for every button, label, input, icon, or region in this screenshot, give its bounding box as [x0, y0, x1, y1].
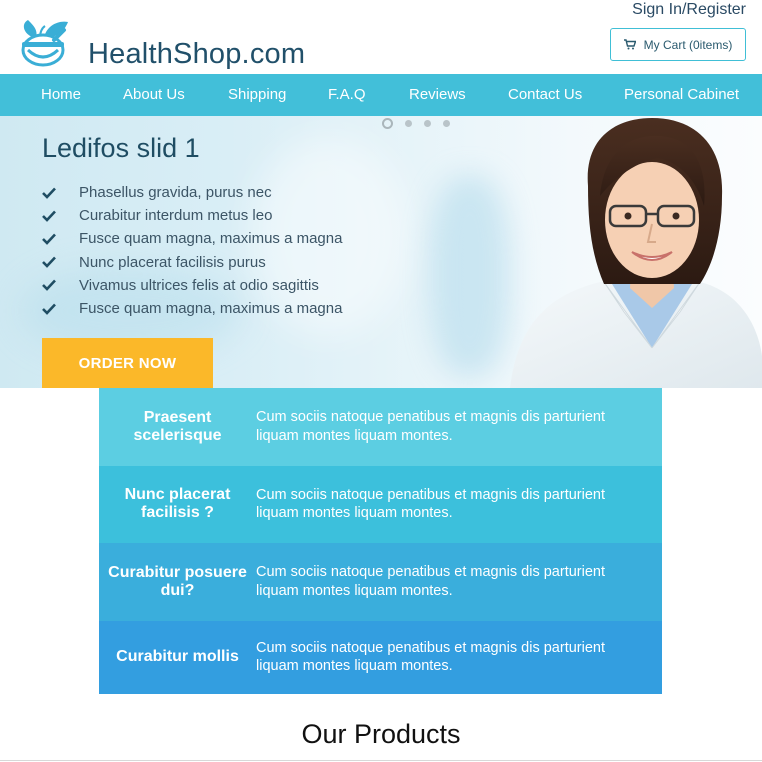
info-text: Cum sociis natoque penatibus et magnis d…	[256, 639, 605, 675]
info-row: Nunc placerat facilisis ? Cum sociis nat…	[99, 465, 662, 543]
hero-feature-list: Phasellus gravida, purus nec Curabitur i…	[42, 181, 342, 320]
check-icon	[42, 256, 56, 269]
sign-in-register-link[interactable]: Sign In/Register	[632, 1, 746, 19]
info-row: Praesent scelerisque Cum sociis natoque …	[99, 388, 662, 466]
check-icon	[42, 279, 56, 292]
info-text: Cum sociis natoque penatibus et magnis d…	[256, 409, 605, 444]
info-heading: Nunc placerat facilisis ?	[124, 486, 231, 522]
site-logo-text[interactable]: HealthShop.com	[88, 38, 305, 71]
info-heading: Praesent scelerisque	[133, 408, 222, 444]
nav-item-home[interactable]: Home	[41, 74, 81, 116]
info-heading: Curabitur mollis	[116, 648, 239, 665]
divider	[0, 760, 762, 761]
site-header: HealthShop.com Sign In/Register My Cart …	[0, 0, 762, 74]
feature-text: Phasellus gravida, purus nec	[79, 184, 272, 202]
feature-text: Curabitur interdum metus leo	[79, 207, 273, 225]
check-icon	[42, 233, 56, 245]
section-title-products: Our Products	[301, 719, 461, 749]
order-now-button[interactable]: ORDER NOW	[42, 338, 213, 388]
info-list: Praesent scelerisque Cum sociis natoque …	[99, 388, 662, 694]
feature-item: Vivamus ultrices felis at odio sagittis	[42, 274, 342, 297]
feature-text: Vivamus ultrices felis at odio sagittis	[79, 276, 319, 294]
info-text: Cum sociis natoque penatibus et magnis d…	[256, 564, 605, 599]
nav-item-shipping[interactable]: Shipping	[228, 74, 286, 116]
nav-item-about-us[interactable]: About Us	[123, 74, 185, 116]
feature-item: Curabitur interdum metus leo	[42, 204, 342, 227]
check-icon	[42, 187, 56, 199]
info-text: Cum sociis natoque penatibus et magnis d…	[256, 486, 605, 522]
feature-item: Phasellus gravida, purus nec	[42, 181, 342, 204]
cart-label: My Cart (0items)	[643, 37, 733, 52]
feature-item: Nunc placerat facilisis purus	[42, 251, 342, 274]
check-icon	[42, 303, 56, 315]
nav-item-personal-cabinet[interactable]: Personal Cabinet	[624, 74, 739, 116]
doctor-image	[510, 118, 762, 388]
slider-dot-3[interactable]	[424, 120, 431, 127]
slider-dot-4[interactable]	[443, 120, 450, 127]
slider-dots	[382, 118, 450, 129]
main-nav: Home About Us Shipping F.A.Q Reviews Con…	[0, 74, 762, 116]
feature-text: Fusce quam magna, maximus a magna	[79, 230, 343, 248]
info-row: Curabitur posuere dui? Cum sociis natoqu…	[99, 543, 662, 621]
feature-item: Fusce quam magna, maximus a magna	[42, 297, 342, 320]
info-row: Curabitur mollis Cum sociis natoque pena…	[99, 620, 662, 694]
nav-item-reviews[interactable]: Reviews	[409, 74, 466, 116]
mortar-leaf-icon[interactable]	[14, 16, 70, 68]
hero-background-blur	[430, 176, 510, 376]
slider-dot-2[interactable]	[405, 120, 412, 127]
check-icon	[42, 210, 56, 222]
my-cart-button[interactable]: My Cart (0items)	[610, 28, 746, 61]
feature-item: Fusce quam magna, maximus a magna	[42, 227, 342, 250]
cart-icon	[623, 39, 636, 50]
feature-text: Nunc placerat facilisis purus	[79, 253, 266, 271]
slider-dot-1[interactable]	[382, 118, 393, 129]
nav-item-contact-us[interactable]: Contact Us	[508, 74, 582, 116]
info-heading: Curabitur posuere dui?	[108, 563, 247, 599]
hero-title: Ledifos slid 1	[42, 133, 200, 163]
nav-item-faq[interactable]: F.A.Q	[328, 74, 366, 116]
feature-text: Fusce quam magna, maximus a magna	[79, 300, 343, 318]
